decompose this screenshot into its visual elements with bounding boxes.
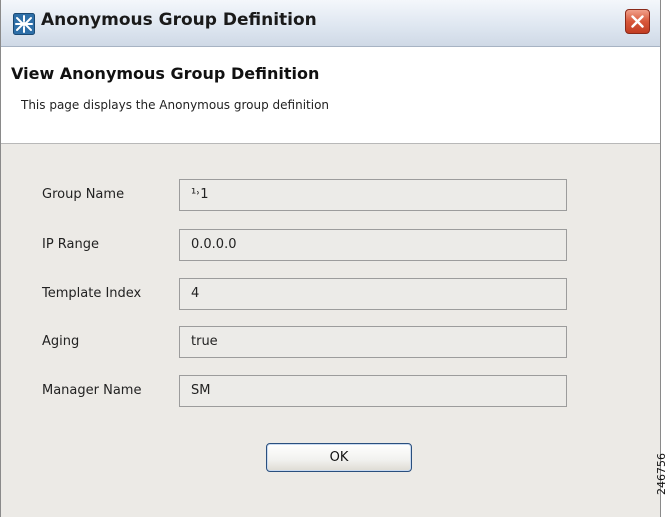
template-index-field[interactable]: 4 bbox=[179, 278, 567, 310]
close-button[interactable] bbox=[625, 9, 650, 34]
page-title: View Anonymous Group Definition bbox=[11, 64, 320, 83]
manager-name-value: SM bbox=[191, 383, 211, 398]
window-title: Anonymous Group Definition bbox=[41, 10, 317, 30]
template-index-label: Template Index bbox=[42, 286, 142, 301]
manager-name-field[interactable]: SM bbox=[179, 375, 567, 407]
app-icon bbox=[13, 13, 35, 35]
group-name-label: Group Name bbox=[42, 187, 125, 202]
aging-field[interactable]: true bbox=[179, 326, 567, 358]
title-bar[interactable]: Anonymous Group Definition bbox=[1, 0, 660, 47]
page-description: This page displays the Anonymous group d… bbox=[21, 98, 330, 112]
form-row-ip-range: IP Range 0.0.0.0 bbox=[1, 229, 660, 261]
aging-label: Aging bbox=[42, 334, 80, 349]
dialog-window: Anonymous Group Definition View Anonymou… bbox=[0, 0, 661, 517]
ip-range-label: IP Range bbox=[42, 237, 100, 252]
form-row-manager-name: Manager Name SM bbox=[1, 375, 660, 407]
form-row-group-name: Group Name ¹˒1 bbox=[1, 179, 660, 211]
form-row-aging: Aging true bbox=[1, 326, 660, 358]
ip-range-value: 0.0.0.0 bbox=[191, 237, 237, 252]
aging-value: true bbox=[191, 334, 218, 349]
manager-name-label: Manager Name bbox=[42, 383, 142, 398]
group-name-field[interactable]: ¹˒1 bbox=[179, 179, 567, 211]
header-panel: View Anonymous Group Definition This pag… bbox=[1, 47, 660, 144]
template-index-value: 4 bbox=[191, 286, 200, 301]
form-row-template-index: Template Index 4 bbox=[1, 278, 660, 310]
close-icon bbox=[631, 15, 644, 28]
group-name-value: ¹˒1 bbox=[191, 187, 209, 202]
figure-id: 246756 bbox=[655, 453, 665, 495]
ip-range-field[interactable]: 0.0.0.0 bbox=[179, 229, 567, 261]
ok-button[interactable]: OK bbox=[266, 443, 412, 472]
